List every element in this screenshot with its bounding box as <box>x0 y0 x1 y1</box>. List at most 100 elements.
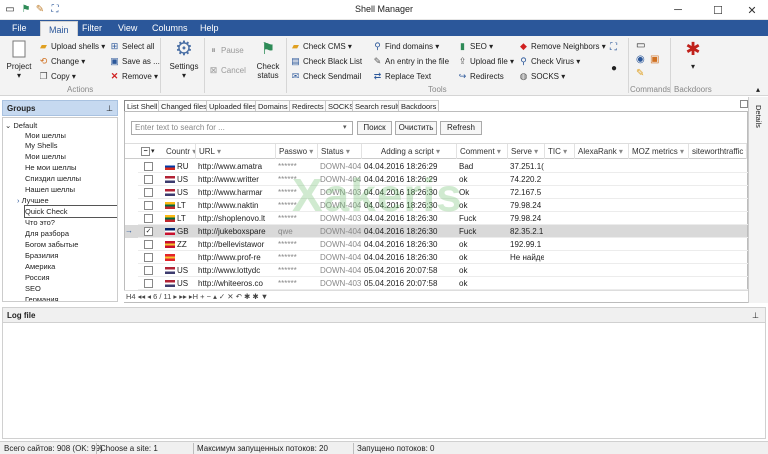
row-checkbox[interactable] <box>144 188 153 197</box>
details-strip[interactable]: Details <box>748 97 768 303</box>
collapse-ribbon-icon[interactable]: ▴ <box>756 85 760 94</box>
column-header-adding-a-script[interactable]: Adding a script ▾ <box>362 144 457 159</box>
column-header-siteworthtraffic[interactable]: siteworthtraffic ▾ <box>689 144 747 159</box>
redirects-button[interactable]: ↪ Redirects <box>457 70 504 83</box>
column-filter-icon[interactable]: ▾ <box>434 147 440 156</box>
tree-item[interactable]: My Shells <box>25 140 117 151</box>
tree-item[interactable]: Бразилия <box>25 250 117 261</box>
column-filter-icon[interactable]: ▾ <box>743 147 747 156</box>
row-checkbox[interactable] <box>144 162 153 171</box>
row-checkbox[interactable] <box>144 201 153 210</box>
tree-item-selected[interactable]: Quick Check <box>24 205 117 218</box>
tree-item[interactable]: Мои шеллы <box>25 151 117 162</box>
row-checkbox[interactable] <box>144 253 153 262</box>
column-filter-icon[interactable]: ▾ <box>617 147 623 156</box>
find-domains-button[interactable]: ⚲ Find domains ▾ <box>372 40 439 53</box>
tree-item[interactable]: Для разбора <box>25 228 117 239</box>
menu-main[interactable]: Main <box>40 21 78 36</box>
cancel-button[interactable]: ⊠ Cancel <box>208 64 246 77</box>
check-virus-button[interactable]: ⚲ Check Virus ▾ <box>518 55 580 68</box>
search-input[interactable]: Enter text to search for ... <box>131 121 353 135</box>
column-header-moz-metrics[interactable]: MOZ metrics ▾ <box>629 144 689 159</box>
column-header-alexarank[interactable]: AlexaRank ▾ <box>575 144 629 159</box>
row-checkbox[interactable] <box>144 214 153 223</box>
socks-button[interactable]: ◍ SOCKS ▾ <box>518 70 566 83</box>
lock-icon[interactable]: ▣ <box>650 54 659 65</box>
binoculars-icon[interactable]: ⛶ <box>610 42 617 53</box>
maximize-button[interactable]: ☐ <box>700 0 736 20</box>
expand-icon[interactable]: ⌄ <box>5 121 11 130</box>
check-status-button[interactable]: ⚑ Check status <box>253 38 283 80</box>
tab-backdoors[interactable]: Backdoors <box>398 100 440 111</box>
note-icon[interactable]: ✎ <box>636 68 644 79</box>
column-filter-icon[interactable]: ▾ <box>495 147 501 156</box>
column-header-status[interactable]: Status ▾ <box>318 144 362 159</box>
tab-changed-files[interactable]: Changed files <box>158 100 210 111</box>
column-header-url[interactable]: URL ▾ <box>196 144 276 159</box>
menu-help[interactable]: Help <box>192 20 227 36</box>
column-header-countr[interactable]: Countr ▾ <box>163 144 196 159</box>
row-checkbox[interactable]: ✓ <box>144 227 153 236</box>
expand-right-icon[interactable]: › <box>17 196 20 205</box>
close-button[interactable]: ✕ <box>734 0 768 20</box>
menu-file[interactable]: File <box>4 20 35 36</box>
refresh-button[interactable]: Refresh <box>440 121 482 135</box>
seo-button[interactable]: ▮ SEO ▾ <box>457 40 493 53</box>
tab-search-result[interactable]: Search result <box>352 100 403 111</box>
row-checkbox[interactable] <box>144 240 153 249</box>
tree-item[interactable]: SEO <box>25 283 117 294</box>
select-all-checkbox[interactable]: − <box>141 147 150 156</box>
grid-navigator[interactable]: H4 ◂◂ ◂ 6 / 11 ▸ ▸▸ ▸H + − ▴ ✓ ✕ ↶ ✱ ✱ ▼ <box>124 290 748 302</box>
column-filter-icon[interactable]: ▾ <box>532 147 538 156</box>
entry-in-file-button[interactable]: ✎ An entry in the file <box>372 55 449 68</box>
tab-redirects[interactable]: Redirects <box>289 100 327 111</box>
tab-uploaded-files[interactable]: Uploaded files <box>206 100 260 111</box>
pin-icon[interactable]: ⊥ <box>752 311 759 320</box>
tree-item[interactable]: Америка <box>25 261 117 272</box>
row-checkbox[interactable] <box>144 279 153 288</box>
eye-icon[interactable]: ◉ <box>636 54 645 65</box>
filter-icon[interactable]: ▾ <box>151 147 155 155</box>
check-sendmail-button[interactable]: ✉ Check Sendmail <box>290 70 362 83</box>
tree-item[interactable]: Германия <box>25 294 117 301</box>
remove-neighbors-button[interactable]: ◆ Remove Neighbors ▾ <box>518 40 606 53</box>
change-button[interactable]: ⟲ Change ▾ <box>38 55 86 68</box>
tree-item[interactable]: Россия <box>25 272 117 283</box>
tab-list-shell[interactable]: List Shell <box>124 100 161 111</box>
tree-item-best[interactable]: › Лучшее <box>17 195 117 206</box>
groups-tree[interactable]: ⌄ Default Мои шеллы My Shells Мои шеллы … <box>2 117 118 302</box>
check-black-list-button[interactable]: ▤ Check Black List <box>290 55 362 68</box>
upload-file-button[interactable]: ⇪ Upload file ▾ <box>457 55 514 68</box>
column-header-tic[interactable]: TIC ▾ <box>545 144 575 159</box>
panel-toggle-box[interactable] <box>740 100 748 108</box>
replace-text-button[interactable]: ⇄ Replace Text <box>372 70 431 83</box>
search-button[interactable]: Поиск <box>357 121 392 135</box>
remove-button[interactable]: ✕ Remove ▾ <box>109 70 158 83</box>
column-filter-icon[interactable]: ▾ <box>344 147 350 156</box>
minimize-button[interactable]: ─ <box>660 0 696 20</box>
settings-button[interactable]: ⚙ Settings ▾ <box>167 38 201 81</box>
menu-columns[interactable]: Columns <box>144 20 196 36</box>
terminal-icon[interactable]: ▭ <box>636 40 645 51</box>
check-cms-button[interactable]: ▰ Check CMS ▾ <box>290 40 352 53</box>
tree-item[interactable]: Нашел шеллы <box>25 184 117 195</box>
log-body[interactable] <box>2 323 766 439</box>
upload-shells-button[interactable]: ▰ Upload shells ▾ <box>38 40 105 53</box>
row-checkbox[interactable] <box>144 266 153 275</box>
tree-item[interactable]: Спиздил шеллы <box>25 173 117 184</box>
column-header-comment[interactable]: Comment ▾ <box>457 144 508 159</box>
project-button[interactable]: Project ▾ <box>4 38 34 80</box>
column-filter-icon[interactable]: ▾ <box>561 147 567 156</box>
tab-domains[interactable]: Domains <box>255 100 291 111</box>
chevron-down-icon[interactable]: ▾ <box>343 123 347 131</box>
clear-button[interactable]: Очистить <box>395 121 437 135</box>
select-all-button[interactable]: ⊞ Select all <box>109 40 155 53</box>
column-filter-icon[interactable]: ▾ <box>307 147 313 156</box>
copy-button[interactable]: ❐ Copy ▾ <box>38 70 75 83</box>
row-checkbox[interactable] <box>144 175 153 184</box>
save-as-button[interactable]: ▣ Save as ... <box>109 55 160 68</box>
backdoors-button[interactable]: ✱ ▾ <box>676 38 710 72</box>
pause-button[interactable]: ⏸ Pause <box>208 44 243 57</box>
menu-view[interactable]: View <box>110 20 145 36</box>
pin-icon[interactable]: ⊥ <box>106 104 113 113</box>
